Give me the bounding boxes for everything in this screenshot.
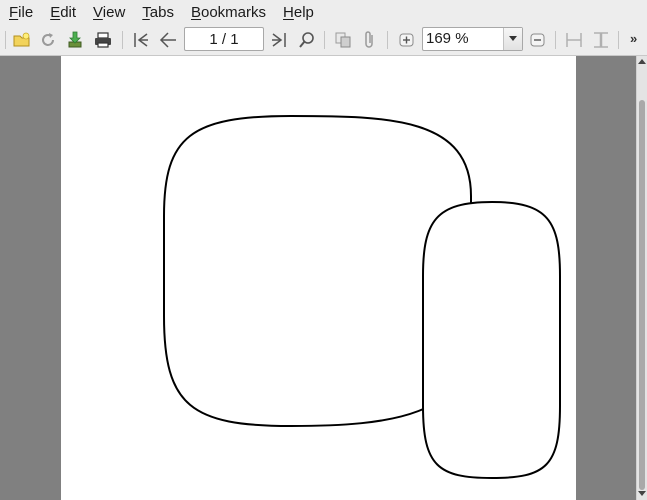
- menu-bookmarks[interactable]: Bookmarks: [182, 0, 274, 25]
- chevron-down-icon: [509, 36, 517, 41]
- save-download-icon[interactable]: [64, 29, 86, 51]
- toolbar-separator: [324, 31, 325, 49]
- fit-width-icon[interactable]: [563, 29, 585, 51]
- attachment-icon[interactable]: [359, 29, 381, 51]
- scroll-down-button[interactable]: [637, 488, 647, 500]
- print-icon[interactable]: [92, 29, 114, 51]
- find-icon[interactable]: [296, 29, 318, 51]
- document-viewport[interactable]: [0, 56, 636, 500]
- scroll-up-button[interactable]: [637, 56, 647, 68]
- menu-tabs[interactable]: Tabs: [133, 0, 182, 25]
- scrollbar-thumb[interactable]: [639, 100, 645, 490]
- zoom-value: 169 %: [426, 30, 469, 47]
- page-number-field[interactable]: 1 / 1: [184, 27, 264, 51]
- toolbar-overflow-button[interactable]: »: [630, 31, 637, 46]
- menu-help[interactable]: Help: [274, 0, 322, 25]
- menu-bar: File Edit View Tabs Bookmarks Help: [0, 0, 647, 25]
- reload-icon[interactable]: [37, 29, 59, 51]
- small-rounded-rectangle: [422, 200, 561, 480]
- menu-file[interactable]: File: [0, 0, 41, 25]
- last-page-icon[interactable]: [268, 29, 290, 51]
- zoom-combobox[interactable]: 169 %: [422, 27, 523, 51]
- zoom-dropdown-button[interactable]: [503, 28, 522, 50]
- page-number-text: 1 / 1: [209, 30, 239, 48]
- fit-page-icon[interactable]: [590, 29, 612, 51]
- first-page-icon[interactable]: [130, 29, 152, 51]
- toolbar-separator: [555, 31, 556, 49]
- open-folder-icon[interactable]: [11, 29, 33, 51]
- menu-view[interactable]: View: [84, 0, 133, 25]
- copy-icon[interactable]: [332, 29, 354, 51]
- previous-page-icon[interactable]: [157, 29, 179, 51]
- toolbar-separator: [122, 31, 123, 49]
- document-page: [61, 56, 576, 500]
- vertical-scrollbar[interactable]: [636, 56, 647, 500]
- toolbar: [0, 25, 647, 56]
- toolbar-separator: [618, 31, 619, 49]
- arrow-down-icon: [638, 491, 646, 496]
- menu-edit[interactable]: Edit: [41, 0, 84, 25]
- page-drawing: [163, 114, 561, 480]
- zoom-in-icon[interactable]: [396, 29, 418, 51]
- pdf-viewer-window: File Edit View Tabs Bookmarks Help 1 / 1…: [0, 0, 647, 500]
- toolbar-separator: [387, 31, 388, 49]
- arrow-up-icon: [638, 59, 646, 64]
- zoom-out-icon[interactable]: [527, 29, 549, 51]
- toolbar-grip: [5, 31, 6, 49]
